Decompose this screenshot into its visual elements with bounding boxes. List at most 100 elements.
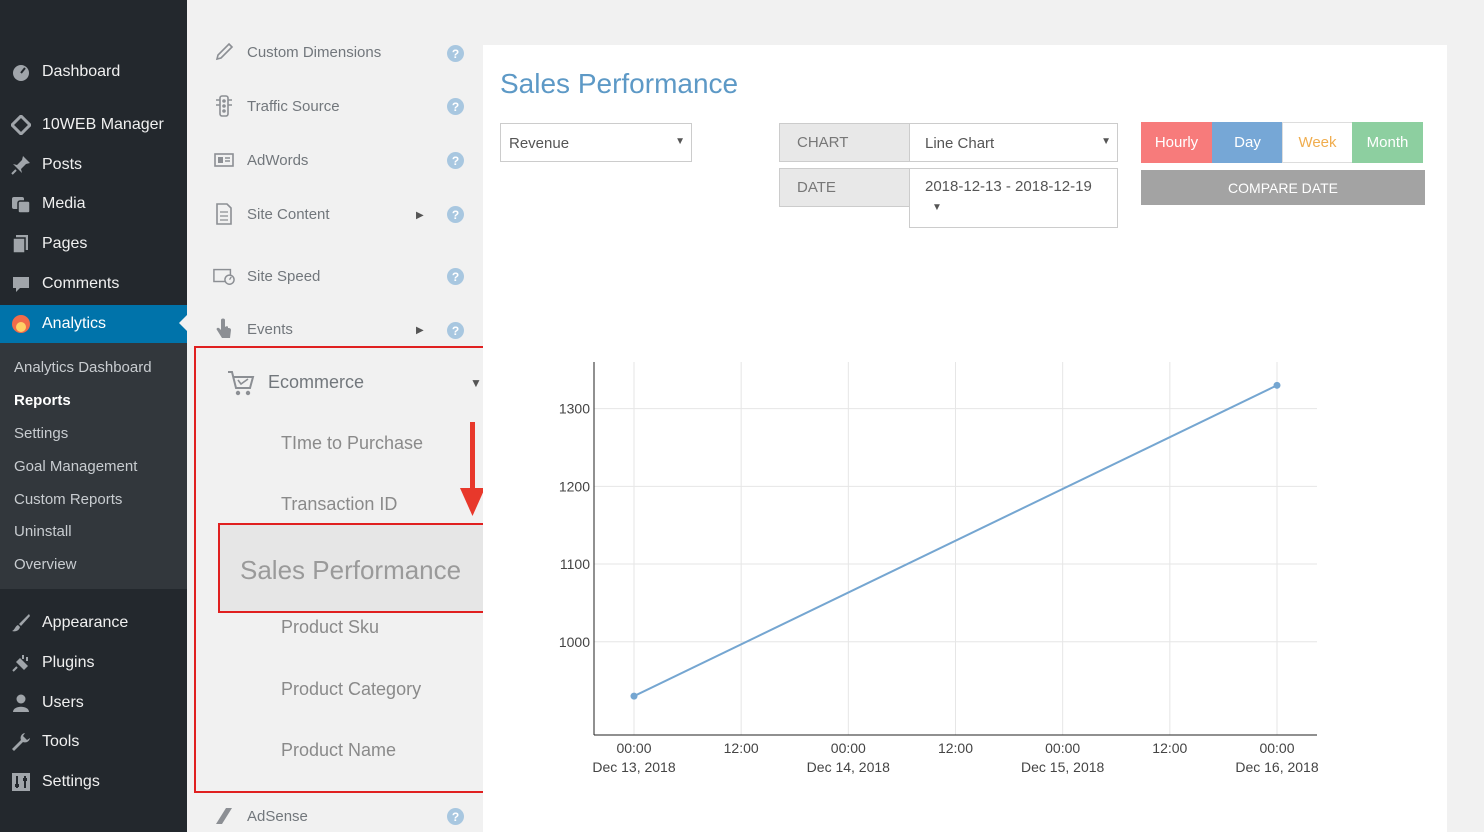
settings-icon xyxy=(10,772,32,792)
metric-select[interactable]: Revenue ▼ xyxy=(500,123,692,162)
traffic-light-icon xyxy=(213,95,235,117)
menu-label: Comments xyxy=(42,275,120,292)
chart-label: CHART xyxy=(779,123,910,162)
chevron-down-icon: ▼ xyxy=(932,202,942,213)
collapse-arrow-icon[interactable]: ▼ xyxy=(470,376,482,390)
menu-label: 10WEB Manager xyxy=(42,116,164,133)
y-tick-label: 1000 xyxy=(559,634,590,650)
help-icon[interactable]: ? xyxy=(447,152,464,169)
report-label: Site Content xyxy=(247,205,330,223)
help-icon[interactable]: ? xyxy=(447,45,464,62)
x-tick-label: 12:00 xyxy=(724,740,759,756)
menu-label: Pages xyxy=(42,235,88,252)
analytics-submenu: Analytics Dashboard Reports Settings Goa… xyxy=(0,343,187,589)
menu-analytics[interactable]: Analytics xyxy=(0,305,187,343)
expand-arrow-icon[interactable]: ▶ xyxy=(416,210,424,221)
expand-arrow-icon[interactable]: ▶ xyxy=(416,325,424,336)
x-tick-label: 00:00 xyxy=(831,740,866,756)
menu-media[interactable]: Media xyxy=(0,186,187,222)
menu-users[interactable]: Users xyxy=(0,685,187,721)
dashboard-icon xyxy=(10,62,32,82)
analytics-icon xyxy=(10,314,32,334)
pencil-icon xyxy=(213,41,235,63)
chart-type-value: Line Chart xyxy=(925,135,995,152)
menu-label: Media xyxy=(42,195,86,212)
chart-type-select[interactable]: Line Chart ▼ xyxy=(909,123,1118,162)
report-events[interactable]: Events ▶ xyxy=(187,311,483,347)
report-custom-dimensions[interactable]: Custom Dimensions xyxy=(187,34,483,70)
date-label: DATE xyxy=(779,168,910,207)
x-tick-label: 00:00 xyxy=(616,740,651,756)
report-adsense[interactable]: AdSense xyxy=(187,798,483,832)
report-site-speed[interactable]: Site Speed xyxy=(187,258,483,294)
help-icon[interactable]: ? xyxy=(447,206,464,223)
menu-posts[interactable]: Posts xyxy=(0,147,187,183)
submenu-settings[interactable]: Settings xyxy=(14,425,68,442)
submenu-goal-management[interactable]: Goal Management xyxy=(14,458,137,475)
x-tick-date-label: Dec 14, 2018 xyxy=(807,759,890,775)
comment-icon xyxy=(10,274,32,294)
report-label: Site Speed xyxy=(247,267,321,285)
submenu-analytics-dashboard[interactable]: Analytics Dashboard xyxy=(14,359,152,376)
help-icon[interactable]: ? xyxy=(447,268,464,285)
date-range-picker[interactable]: 2018-12-13 - 2018-12-19 ▼ xyxy=(909,168,1118,228)
menu-tools[interactable]: Tools xyxy=(0,724,187,760)
hourly-button[interactable]: Hourly xyxy=(1141,122,1212,163)
report-label: AdWords xyxy=(247,151,309,169)
y-tick-label: 1100 xyxy=(560,556,590,572)
submenu-reports[interactable]: Reports xyxy=(14,392,71,409)
submenu-uninstall[interactable]: Uninstall xyxy=(14,523,72,540)
x-tick-date-label: Dec 15, 2018 xyxy=(1021,759,1104,775)
report-site-content[interactable]: Site Content ▶ xyxy=(187,196,483,232)
hand-pointer-icon xyxy=(213,318,235,340)
wrench-icon xyxy=(10,732,32,752)
menu-pages[interactable]: Pages xyxy=(0,226,187,262)
data-point xyxy=(1273,381,1281,389)
menu-10web-manager[interactable]: 10WEB Manager xyxy=(0,107,187,143)
user-icon xyxy=(10,693,32,713)
data-point xyxy=(630,692,638,700)
ecommerce-item-time-to-purchase[interactable]: TIme to Purchase xyxy=(281,433,423,454)
report-traffic-source[interactable]: Traffic Source xyxy=(187,88,483,124)
ecommerce-item-product-sku[interactable]: Product Sku xyxy=(281,617,379,638)
menu-appearance[interactable]: Appearance xyxy=(0,605,187,641)
menu-comments[interactable]: Comments xyxy=(0,266,187,302)
ecommerce-item-product-name[interactable]: Product Name xyxy=(281,740,396,761)
menu-label: Appearance xyxy=(42,614,129,631)
ecommerce-item-transaction-id[interactable]: Transaction ID xyxy=(281,494,397,515)
menu-label: Users xyxy=(42,694,84,711)
submenu-custom-reports[interactable]: Custom Reports xyxy=(14,491,122,508)
report-label: Traffic Source xyxy=(247,97,340,115)
plug-icon xyxy=(10,653,32,673)
media-icon xyxy=(10,194,32,214)
week-button[interactable]: Week xyxy=(1282,122,1353,163)
menu-dashboard[interactable]: Dashboard xyxy=(0,54,187,90)
ecommerce-label[interactable]: Ecommerce xyxy=(268,372,364,393)
menu-settings[interactable]: Settings xyxy=(0,764,187,800)
y-tick-label: 1200 xyxy=(559,478,590,494)
x-tick-label: 12:00 xyxy=(1152,740,1187,756)
day-button[interactable]: Day xyxy=(1212,122,1283,163)
report-adwords[interactable]: AdWords xyxy=(187,142,483,178)
menu-label: Dashboard xyxy=(42,63,121,80)
chevron-down-icon: ▼ xyxy=(675,136,685,147)
x-tick-label: 00:00 xyxy=(1259,740,1294,756)
document-icon xyxy=(213,203,235,225)
menu-label: Settings xyxy=(42,773,100,790)
month-button[interactable]: Month xyxy=(1352,122,1423,163)
help-icon[interactable]: ? xyxy=(447,98,464,115)
y-tick-label: 1300 xyxy=(559,401,590,417)
x-tick-label: 00:00 xyxy=(1045,740,1080,756)
ecommerce-item-product-category[interactable]: Product Category xyxy=(281,679,421,700)
menu-plugins[interactable]: Plugins xyxy=(0,645,187,681)
menu-label: Plugins xyxy=(42,654,95,671)
x-tick-label: 12:00 xyxy=(938,740,973,756)
submenu-overview[interactable]: Overview xyxy=(14,556,77,573)
ecommerce-item-sales-performance[interactable]: Sales Performance xyxy=(218,523,527,613)
adsense-icon xyxy=(213,805,235,827)
compare-date-button[interactable]: COMPARE DATE xyxy=(1141,170,1425,205)
help-icon[interactable]: ? xyxy=(447,322,464,339)
x-tick-date-label: Dec 16, 2018 xyxy=(1235,759,1318,775)
help-icon[interactable]: ? xyxy=(447,808,464,825)
menu-label: Tools xyxy=(42,733,80,750)
